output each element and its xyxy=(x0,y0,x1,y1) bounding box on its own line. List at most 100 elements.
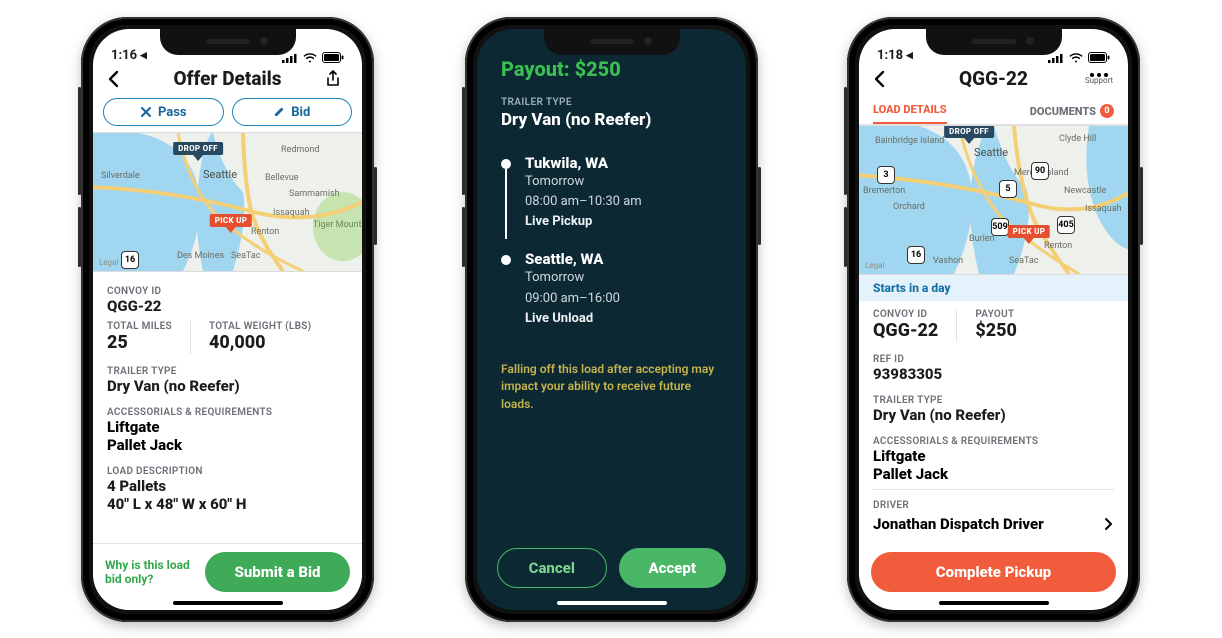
label-convoy-id: CONVOY ID xyxy=(107,286,348,297)
map-pin-pickup: PICK UP xyxy=(210,214,252,233)
notch xyxy=(160,29,296,55)
map-city-label: Bellevue xyxy=(265,173,299,183)
route-shield-icon: 3 xyxy=(877,166,895,184)
documents-count-badge: 0 xyxy=(1100,104,1114,118)
wifi-icon xyxy=(1069,53,1083,63)
home-indicator xyxy=(173,601,283,605)
accept-button-label: Accept xyxy=(649,559,696,577)
value-trailer-type: Dry Van (no Reefer) xyxy=(501,110,722,130)
starts-banner: Starts in a day xyxy=(859,275,1128,301)
label-driver: DRIVER xyxy=(873,500,1114,511)
back-icon[interactable] xyxy=(107,70,121,88)
label-accessorials: ACCESSORIALS & REQUIREMENTS xyxy=(873,436,1114,447)
status-time: 1:16 ◂ xyxy=(111,48,147,63)
map-city-label: Newcastle xyxy=(1064,186,1106,196)
label-trailer-type: TRAILER TYPE xyxy=(501,97,722,108)
phone-accept-load: Payout: $250 TRAILER TYPE Dry Van (no Re… xyxy=(465,17,758,622)
value-accessorial: Liftgate xyxy=(873,447,1114,465)
stop-day: Tomorrow xyxy=(525,172,642,192)
map-city-label: Vashon xyxy=(933,256,963,266)
status-time: 1:18 ◂ xyxy=(877,48,913,63)
map-city-label: Renton xyxy=(251,227,279,237)
tab-documents-label: DOCUMENTS xyxy=(1030,105,1096,118)
stop-type: Live Pickup xyxy=(525,212,642,232)
home-indicator xyxy=(939,601,1049,605)
map-legal[interactable]: Legal xyxy=(99,258,118,267)
map-city-label: Redmond xyxy=(281,145,319,155)
navbar: QGG-22 Support xyxy=(859,65,1128,94)
driver-row[interactable]: Jonathan Dispatch Driver xyxy=(873,515,1114,533)
label-accessorials: ACCESSORIALS & REQUIREMENTS xyxy=(107,407,348,418)
cancel-button-label: Cancel xyxy=(529,559,575,577)
value-load-desc-2: 40" L x 48" W x 60" H xyxy=(107,495,348,513)
value-trailer-type: Dry Van (no Reefer) xyxy=(107,377,348,395)
wifi-icon xyxy=(303,53,317,63)
support-caption: Support xyxy=(1085,76,1113,85)
map-city-label: Silverdale xyxy=(101,171,140,181)
label-load-desc: LOAD DESCRIPTION xyxy=(107,466,348,477)
tab-documents[interactable]: DOCUMENTS 0 xyxy=(1030,104,1114,124)
route-shield-icon: 405 xyxy=(1057,216,1075,234)
signal-icon xyxy=(1048,53,1064,63)
dropoff-label: DROP OFF xyxy=(944,125,994,138)
navbar: Offer Details xyxy=(93,65,362,94)
bid-button[interactable]: Bid xyxy=(232,98,353,126)
map-pin-dropoff: DROP OFF xyxy=(944,125,994,144)
map-city-label: Burien xyxy=(969,234,995,244)
complete-pickup-button[interactable]: Complete Pickup xyxy=(871,552,1116,592)
label-payout: PAYOUT xyxy=(975,309,1017,320)
map-city-label: Tiger Mountain State Forest xyxy=(313,221,353,230)
value-accessorial: Pallet Jack xyxy=(107,436,348,454)
pickup-label: PICK UP xyxy=(210,214,252,227)
bid-only-link[interactable]: Why is this load bid only? xyxy=(105,558,195,587)
page-title: Offer Details xyxy=(174,67,282,90)
map-city-label: Bainbridge Island xyxy=(875,136,944,146)
cancel-button[interactable]: Cancel xyxy=(497,548,607,588)
stop-type: Live Unload xyxy=(525,309,620,329)
accept-body: Payout: $250 TRAILER TYPE Dry Van (no Re… xyxy=(477,29,746,548)
submit-bid-button[interactable]: Submit a Bid xyxy=(205,552,350,592)
label-trailer-type: TRAILER TYPE xyxy=(107,366,348,377)
load-detail-body: Starts in a day CONVOY ID QGG-22 PAYOUT … xyxy=(859,275,1128,546)
stop-dot-icon xyxy=(501,159,511,169)
dropoff-label: DROP OFF xyxy=(173,142,223,155)
pickup-label: PICK UP xyxy=(1008,225,1050,238)
map-pin-pickup: PICK UP xyxy=(1008,225,1050,244)
pass-button[interactable]: Pass xyxy=(103,98,224,126)
status-icons xyxy=(1048,52,1110,63)
map-city-label: Seattle xyxy=(203,168,237,181)
stop-window: 08:00 am–10:30 am xyxy=(525,192,642,212)
value-trailer-type: Dry Van (no Reefer) xyxy=(873,406,1114,424)
complete-pickup-label: Complete Pickup xyxy=(936,563,1051,581)
screen: Payout: $250 TRAILER TYPE Dry Van (no Re… xyxy=(477,29,746,610)
chevron-right-icon xyxy=(1104,517,1114,531)
tab-load-details[interactable]: LOAD DETAILS xyxy=(873,103,947,124)
tabs: LOAD DETAILS DOCUMENTS 0 xyxy=(859,94,1128,124)
battery-icon xyxy=(1088,52,1110,63)
offer-detail-body: CONVOY ID QGG-22 TOTAL MILES 25 TOTAL WE… xyxy=(93,272,362,543)
value-load-desc-1: 4 Pallets xyxy=(107,477,348,495)
map-city-label: Clyde Hill xyxy=(1059,134,1096,144)
route-shield-icon: 509 xyxy=(991,218,1009,236)
x-icon xyxy=(140,106,152,118)
value-payout: $250 xyxy=(975,320,1017,342)
payout-value: $250 xyxy=(575,57,621,81)
status-icons xyxy=(282,52,344,63)
value-accessorial: Liftgate xyxy=(107,418,348,436)
route-map[interactable]: Bainbridge Island Seattle Clyde Hill Mer… xyxy=(859,125,1128,275)
map-pin-dropoff: DROP OFF xyxy=(173,142,223,161)
stop-city: Tukwila, WA xyxy=(525,154,642,172)
support-button[interactable]: Support xyxy=(1084,72,1114,85)
map-city-label: Issaquah xyxy=(1085,204,1122,214)
map-legal[interactable]: Legal xyxy=(865,261,884,270)
back-icon[interactable] xyxy=(873,70,887,88)
share-icon[interactable] xyxy=(325,70,341,88)
action-pill-row: Pass Bid xyxy=(93,94,362,132)
value-total-weight: 40,000 xyxy=(209,332,312,354)
value-convoy-id: QGG-22 xyxy=(107,297,348,315)
route-map[interactable]: Silverdale Seattle Redmond Bellevue Samm… xyxy=(93,132,362,272)
accept-button[interactable]: Accept xyxy=(619,548,727,588)
label-total-weight: TOTAL WEIGHT (LBS) xyxy=(209,321,312,332)
route-shield-icon: 90 xyxy=(1031,162,1049,180)
payout-label: Payout: xyxy=(501,57,570,81)
